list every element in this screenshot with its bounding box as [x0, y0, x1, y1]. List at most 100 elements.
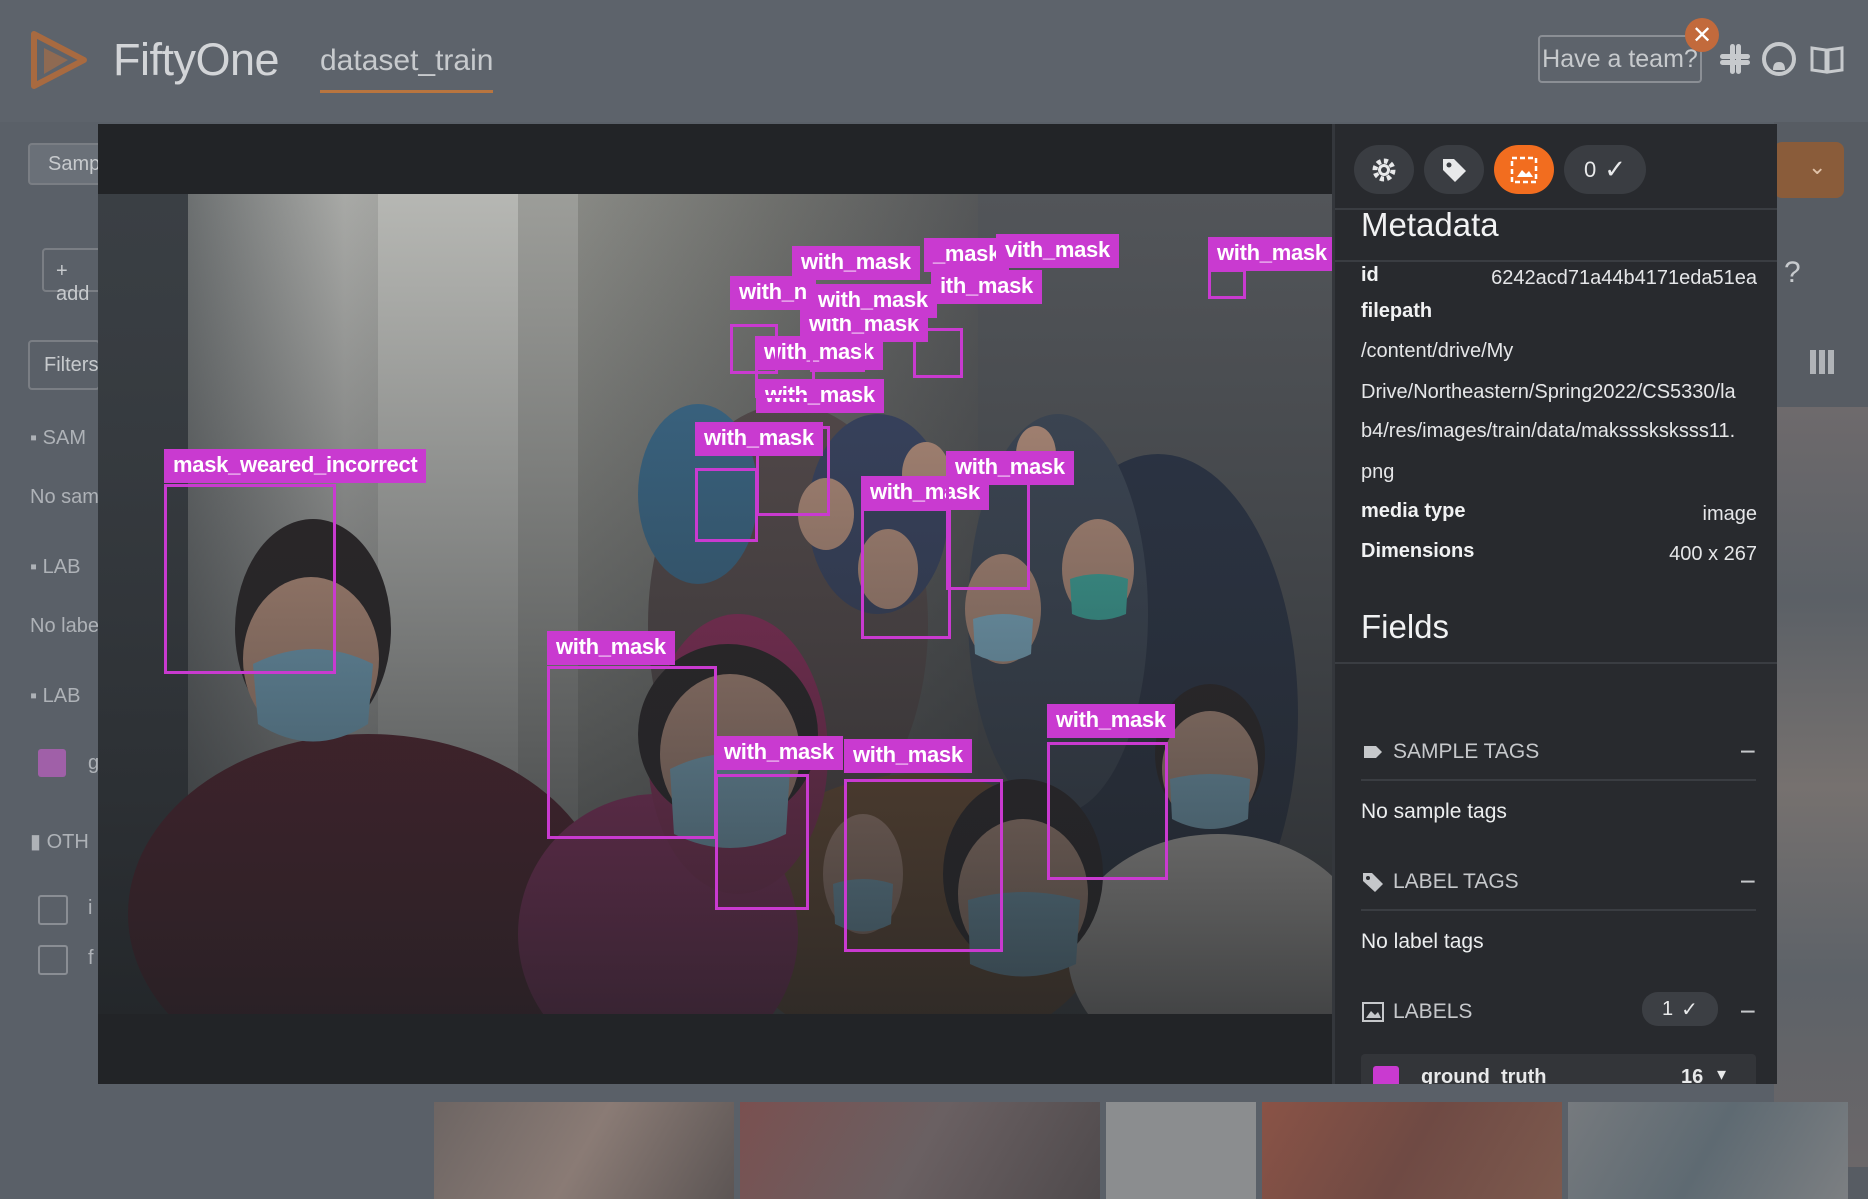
collapse-icon[interactable]: −	[1740, 866, 1756, 898]
collapse-icon[interactable]: −	[1740, 736, 1756, 768]
modal-image-footer	[98, 1014, 1332, 1084]
grid-thumbnail[interactable]	[1568, 1102, 1848, 1199]
metadata-title: Metadata	[1361, 206, 1499, 243]
sidebar-labels-checkbox[interactable]	[38, 749, 66, 777]
detection-box[interactable]	[164, 484, 336, 674]
grid-view-icon[interactable]	[1810, 350, 1834, 374]
gear-icon	[1372, 158, 1396, 181]
detection-box[interactable]	[730, 324, 778, 374]
image-labels-toggle-button[interactable]	[1494, 145, 1554, 194]
grid-thumbnail-column[interactable]	[1774, 407, 1868, 1167]
sample-tags-label: SAMPLE TAGS	[1393, 740, 1540, 763]
detection-box[interactable]	[844, 779, 1003, 952]
filters-button[interactable]: Filters	[28, 340, 100, 390]
labels-label: LABELS	[1393, 1000, 1473, 1023]
sample-image-viewer[interactable]: mask_weared_incorrect with_mask with_mas…	[98, 194, 1332, 1014]
detection-label: with_mask	[695, 422, 823, 456]
detection-box[interactable]	[1208, 269, 1246, 299]
sidebar-sample-tags-label: SAM	[42, 427, 86, 449]
label-tags-label: LABEL TAGS	[1393, 870, 1519, 893]
sidebar-labels-label: LAB	[42, 685, 81, 707]
sidebar-other-checkbox-2[interactable]	[38, 945, 68, 975]
media-type-key: media type	[1361, 500, 1466, 522]
sidebar-no-sample-tags: No sam	[30, 486, 99, 508]
collapse-icon[interactable]: −	[1740, 996, 1756, 1028]
ground-truth-count: 16	[1681, 1066, 1704, 1084]
filepath-line: b4/res/images/train/data/maksssksksss11.	[1361, 420, 1736, 442]
filters-label: Filters	[44, 354, 99, 376]
divider	[1335, 662, 1777, 664]
caret-down-icon[interactable]: ▾	[1717, 1064, 1726, 1084]
no-sample-tags-text: No sample tags	[1361, 800, 1507, 823]
fiftyone-logo-icon	[31, 31, 87, 89]
sidebar-other-item-2: f	[88, 947, 94, 969]
detection-label: mask_weared_incorrect	[164, 449, 427, 483]
id-key: id	[1361, 264, 1379, 286]
grid-thumbnail[interactable]	[1106, 1102, 1256, 1199]
grid-thumbnail[interactable]	[740, 1102, 1100, 1199]
dimensions-key: Dimensions	[1361, 540, 1475, 562]
samples-tab[interactable]: Samp	[28, 143, 108, 185]
app-header: FiftyOne dataset_train Have a team? ✕	[0, 0, 1868, 122]
have-a-team-button[interactable]: Have a team?	[1538, 35, 1702, 83]
no-label-tags-text: No label tags	[1361, 930, 1484, 953]
detection-label: with_n	[730, 276, 816, 310]
fields-title: Fields	[1361, 608, 1450, 645]
label-tags-section-header[interactable]: LABEL TAGS −	[1361, 866, 1756, 898]
detection-box[interactable]	[861, 508, 951, 639]
divider	[1361, 779, 1756, 781]
sample-modal: mask_weared_incorrect with_mask with_mas…	[98, 124, 1777, 1084]
grid-right-edge: ⌄ ?	[1774, 122, 1868, 1199]
slack-icon[interactable]	[1716, 40, 1754, 78]
close-icon[interactable]: ✕	[1685, 18, 1719, 52]
detection-label: with_mask	[809, 284, 937, 318]
tag-icon	[1443, 158, 1466, 182]
ground-truth-label: ground_truth	[1421, 1066, 1547, 1084]
dataset-selector[interactable]: dataset_train	[320, 44, 494, 93]
sample-grid-row	[434, 1102, 1848, 1199]
detection-label: with_mask	[715, 736, 843, 770]
filepath-line: png	[1361, 461, 1395, 483]
detection-box[interactable]	[715, 774, 809, 910]
ground-truth-field-row[interactable]: ground_truth 16 ▾	[1361, 1054, 1756, 1084]
divider	[1361, 909, 1756, 911]
grid-options-button[interactable]: ⌄	[1774, 142, 1844, 198]
sidebar-other-header: ▮ OTH	[30, 831, 89, 853]
image-labels-icon	[1510, 156, 1538, 183]
sample-tags-section-header[interactable]: SAMPLE TAGS −	[1361, 736, 1756, 768]
tag-button[interactable]	[1424, 145, 1484, 194]
selected-count: 0	[1583, 156, 1597, 182]
detection-label: with_mask	[946, 451, 1074, 485]
ground-truth-checkbox[interactable]	[1373, 1066, 1399, 1084]
detection-box[interactable]	[547, 666, 717, 839]
sidebar-other-checkbox-1[interactable]	[38, 895, 68, 925]
docs-book-icon[interactable]	[1808, 40, 1846, 78]
sidebar-other-label: OTH	[46, 831, 89, 853]
app-title: FiftyOne	[113, 34, 280, 85]
filepath-line: Drive/Northeastern/Spring2022/CS5330/la	[1361, 381, 1736, 403]
selected-labels-button[interactable]: 0 ✓	[1564, 145, 1646, 194]
id-value: 6242acd71a44b4171eda51ea	[1491, 267, 1757, 289]
filepath-line: /content/drive/My	[1361, 340, 1514, 362]
filepath-key: filepath	[1361, 300, 1433, 322]
checkmark-icon: ✓	[1681, 998, 1698, 1021]
sidebar-label-tags-header: ▪ LAB	[30, 556, 81, 578]
github-icon[interactable]	[1760, 40, 1798, 78]
detection-box[interactable]	[695, 468, 758, 542]
sidebar-label-tags-label: LAB	[42, 556, 81, 578]
detection-label: with_mask	[792, 246, 920, 280]
settings-button[interactable]	[1354, 145, 1414, 194]
sidebar-sample-tags-header: ▪ SAM	[30, 427, 86, 449]
help-icon[interactable]: ?	[1784, 256, 1801, 290]
detection-box[interactable]	[1047, 742, 1168, 880]
grid-thumbnail[interactable]	[434, 1102, 734, 1199]
tag-outline-icon	[1364, 746, 1382, 758]
add-stage-button[interactable]: + add	[42, 248, 102, 305]
detection-box[interactable]	[946, 480, 1030, 590]
grid-thumbnail[interactable]	[1262, 1102, 1562, 1199]
dimensions-value: 400 x 267	[1669, 543, 1757, 565]
divider	[1335, 260, 1777, 262]
tag-icon	[1363, 873, 1383, 892]
labels-count-badge[interactable]: 1 ✓	[1642, 992, 1718, 1026]
image-labels-icon	[1362, 1002, 1384, 1022]
